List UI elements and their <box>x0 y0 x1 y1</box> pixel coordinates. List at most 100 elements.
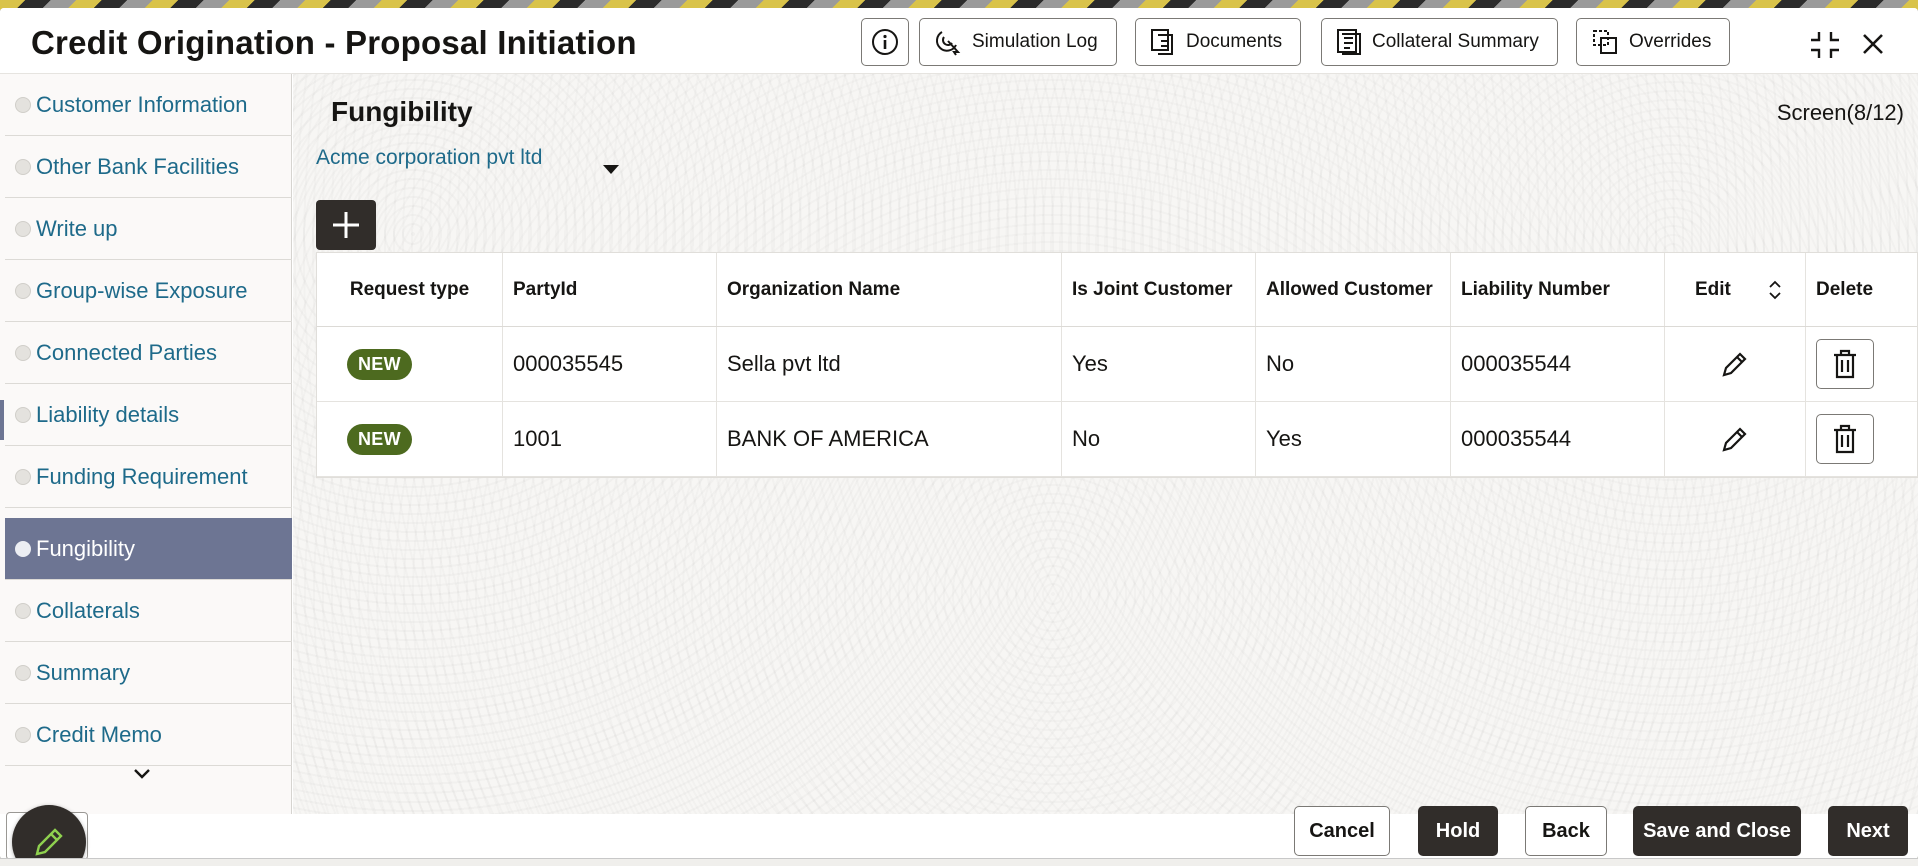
table-row: NEW 1001 BANK OF AMERICA No Yes 00003554… <box>317 402 1917 477</box>
simulation-log-button[interactable]: Simulation Log <box>919 18 1117 66</box>
cancel-button[interactable]: Cancel <box>1294 806 1390 856</box>
cursor-click-icon <box>936 31 961 56</box>
chevron-down-icon[interactable] <box>133 768 151 780</box>
step-dot-icon <box>15 602 31 619</box>
main-content: Fungibility Screen(8/12) Acme corporatio… <box>293 74 1918 814</box>
edit-cell <box>1664 402 1805 476</box>
column-header: Request type <box>349 278 470 300</box>
trash-icon <box>1834 349 1856 379</box>
overrides-icon <box>1593 30 1617 54</box>
org-name-cell: BANK OF AMERICA <box>716 402 1061 476</box>
step-dot-icon <box>15 344 31 361</box>
collapse-icon[interactable] <box>1809 30 1841 60</box>
sidebar-progress-marker <box>0 400 4 440</box>
sidebar-item-label: Other Bank Facilities <box>36 153 239 179</box>
column-header: Liability Number <box>1450 253 1664 326</box>
column-header: Delete <box>1805 253 1918 326</box>
sidebar-item-collaterals[interactable]: Collaterals <box>5 580 292 642</box>
sort-icon[interactable] <box>1768 280 1782 300</box>
column-header: Organization Name <box>716 253 1061 326</box>
party-id-cell: 1001 <box>502 402 716 476</box>
allowed-cell: No <box>1255 327 1450 401</box>
sidebar-item-fungibility[interactable]: Fungibility <box>5 518 292 580</box>
collateral-summary-button[interactable]: Collateral Summary <box>1321 18 1558 66</box>
next-button[interactable]: Next <box>1828 806 1908 856</box>
overrides-button[interactable]: Overrides <box>1576 18 1731 66</box>
party-select-value: Acme corporation pvt ltd <box>316 146 543 169</box>
info-button[interactable] <box>861 18 909 66</box>
table-row: NEW 000035545 Sella pvt ltd Yes No 00003… <box>317 327 1917 402</box>
sidebar-item-label: Funding Requirement <box>36 463 248 489</box>
pencil-icon[interactable] <box>1720 424 1750 454</box>
column-header-edit[interactable]: Edit <box>1664 253 1805 326</box>
delete-button[interactable] <box>1816 414 1874 464</box>
delete-cell <box>1805 327 1918 401</box>
sidebar-item-customer-information[interactable]: Customer Information <box>5 74 292 136</box>
sidebar-item-connected-parties[interactable]: Connected Parties <box>5 322 292 384</box>
sidebar-item-group-wise-exposure[interactable]: Group-wise Exposure <box>5 260 292 322</box>
sidebar-item-liability-details[interactable]: Liability details <box>5 384 292 446</box>
is-joint-cell: No <box>1061 402 1255 476</box>
step-dot-icon <box>15 282 31 299</box>
column-header: Is Joint Customer <box>1061 253 1255 326</box>
column-header: Allowed Customer <box>1255 253 1450 326</box>
add-row-button[interactable] <box>316 200 376 250</box>
sidebar-item-label: Write up <box>36 215 118 241</box>
save-and-close-button[interactable]: Save and Close <box>1633 806 1801 856</box>
delete-button[interactable] <box>1816 339 1874 389</box>
step-dot-icon <box>15 664 31 681</box>
proposal-window: Credit Origination - Proposal Initiation… <box>0 8 1918 860</box>
report-icon <box>1337 29 1361 55</box>
page-title: Credit Origination - Proposal Initiation <box>31 24 637 61</box>
fungibility-table: Request type PartyId Organization Name I… <box>316 252 1918 478</box>
org-name-cell: Sella pvt ltd <box>716 327 1061 401</box>
pencil-icon <box>35 828 63 856</box>
delete-cell <box>1805 402 1918 476</box>
party-id-cell: 000035545 <box>502 327 716 401</box>
is-joint-cell: Yes <box>1061 327 1255 401</box>
simulation-log-label: Simulation Log <box>972 31 1098 52</box>
plus-icon <box>333 212 359 238</box>
status-badge: NEW <box>347 348 412 380</box>
step-dot-icon <box>15 406 31 423</box>
sidebar-nav: Customer Information Other Bank Faciliti… <box>0 74 292 814</box>
documents-button[interactable]: Documents <box>1135 18 1302 66</box>
overrides-label: Overrides <box>1629 31 1712 52</box>
sidebar-item-label: Connected Parties <box>36 339 217 365</box>
party-select[interactable]: Acme corporation pvt ltd <box>316 141 619 175</box>
sidebar-item-label: Credit Memo <box>36 721 162 747</box>
taskbar-strip <box>0 858 1918 866</box>
sidebar-item-write-up[interactable]: Write up <box>5 198 292 260</box>
documents-label: Documents <box>1186 31 1283 52</box>
liability-number-cell: 000035544 <box>1450 402 1664 476</box>
window-header: Credit Origination - Proposal Initiation… <box>0 8 1918 74</box>
table-header: Request type PartyId Organization Name I… <box>317 253 1917 327</box>
sidebar-item-other-bank-facilities[interactable]: Other Bank Facilities <box>5 136 292 198</box>
caret-down-icon <box>603 165 619 174</box>
sidebar-item-label: Summary <box>36 659 131 685</box>
column-header: PartyId <box>502 253 716 326</box>
status-badge: NEW <box>347 423 412 455</box>
document-icon <box>1151 29 1173 55</box>
step-dot-icon <box>15 468 31 485</box>
close-icon[interactable] <box>1861 32 1885 56</box>
screen-count: Screen(8/12) <box>1776 100 1904 125</box>
request-type-cell: NEW <box>317 327 502 401</box>
step-dot-icon <box>15 220 31 237</box>
pencil-icon[interactable] <box>1720 349 1750 379</box>
back-button[interactable]: Back <box>1525 806 1607 856</box>
hold-button[interactable]: Hold <box>1418 806 1498 856</box>
allowed-cell: Yes <box>1255 402 1450 476</box>
sidebar-item-credit-memo[interactable]: Credit Memo <box>5 704 292 766</box>
sidebar-item-funding-requirement[interactable]: Funding Requirement <box>5 446 292 508</box>
column-header-label: Edit <box>1695 278 1731 300</box>
step-dot-icon <box>15 540 31 557</box>
sidebar-item-summary[interactable]: Summary <box>5 642 292 704</box>
trash-icon <box>1834 424 1856 454</box>
section-title: Fungibility <box>331 96 473 127</box>
sidebar-item-label: Liability details <box>36 401 180 427</box>
step-dot-icon <box>15 96 31 113</box>
liability-number-cell: 000035544 <box>1450 327 1664 401</box>
step-dot-icon <box>15 158 31 175</box>
info-icon <box>872 29 898 55</box>
